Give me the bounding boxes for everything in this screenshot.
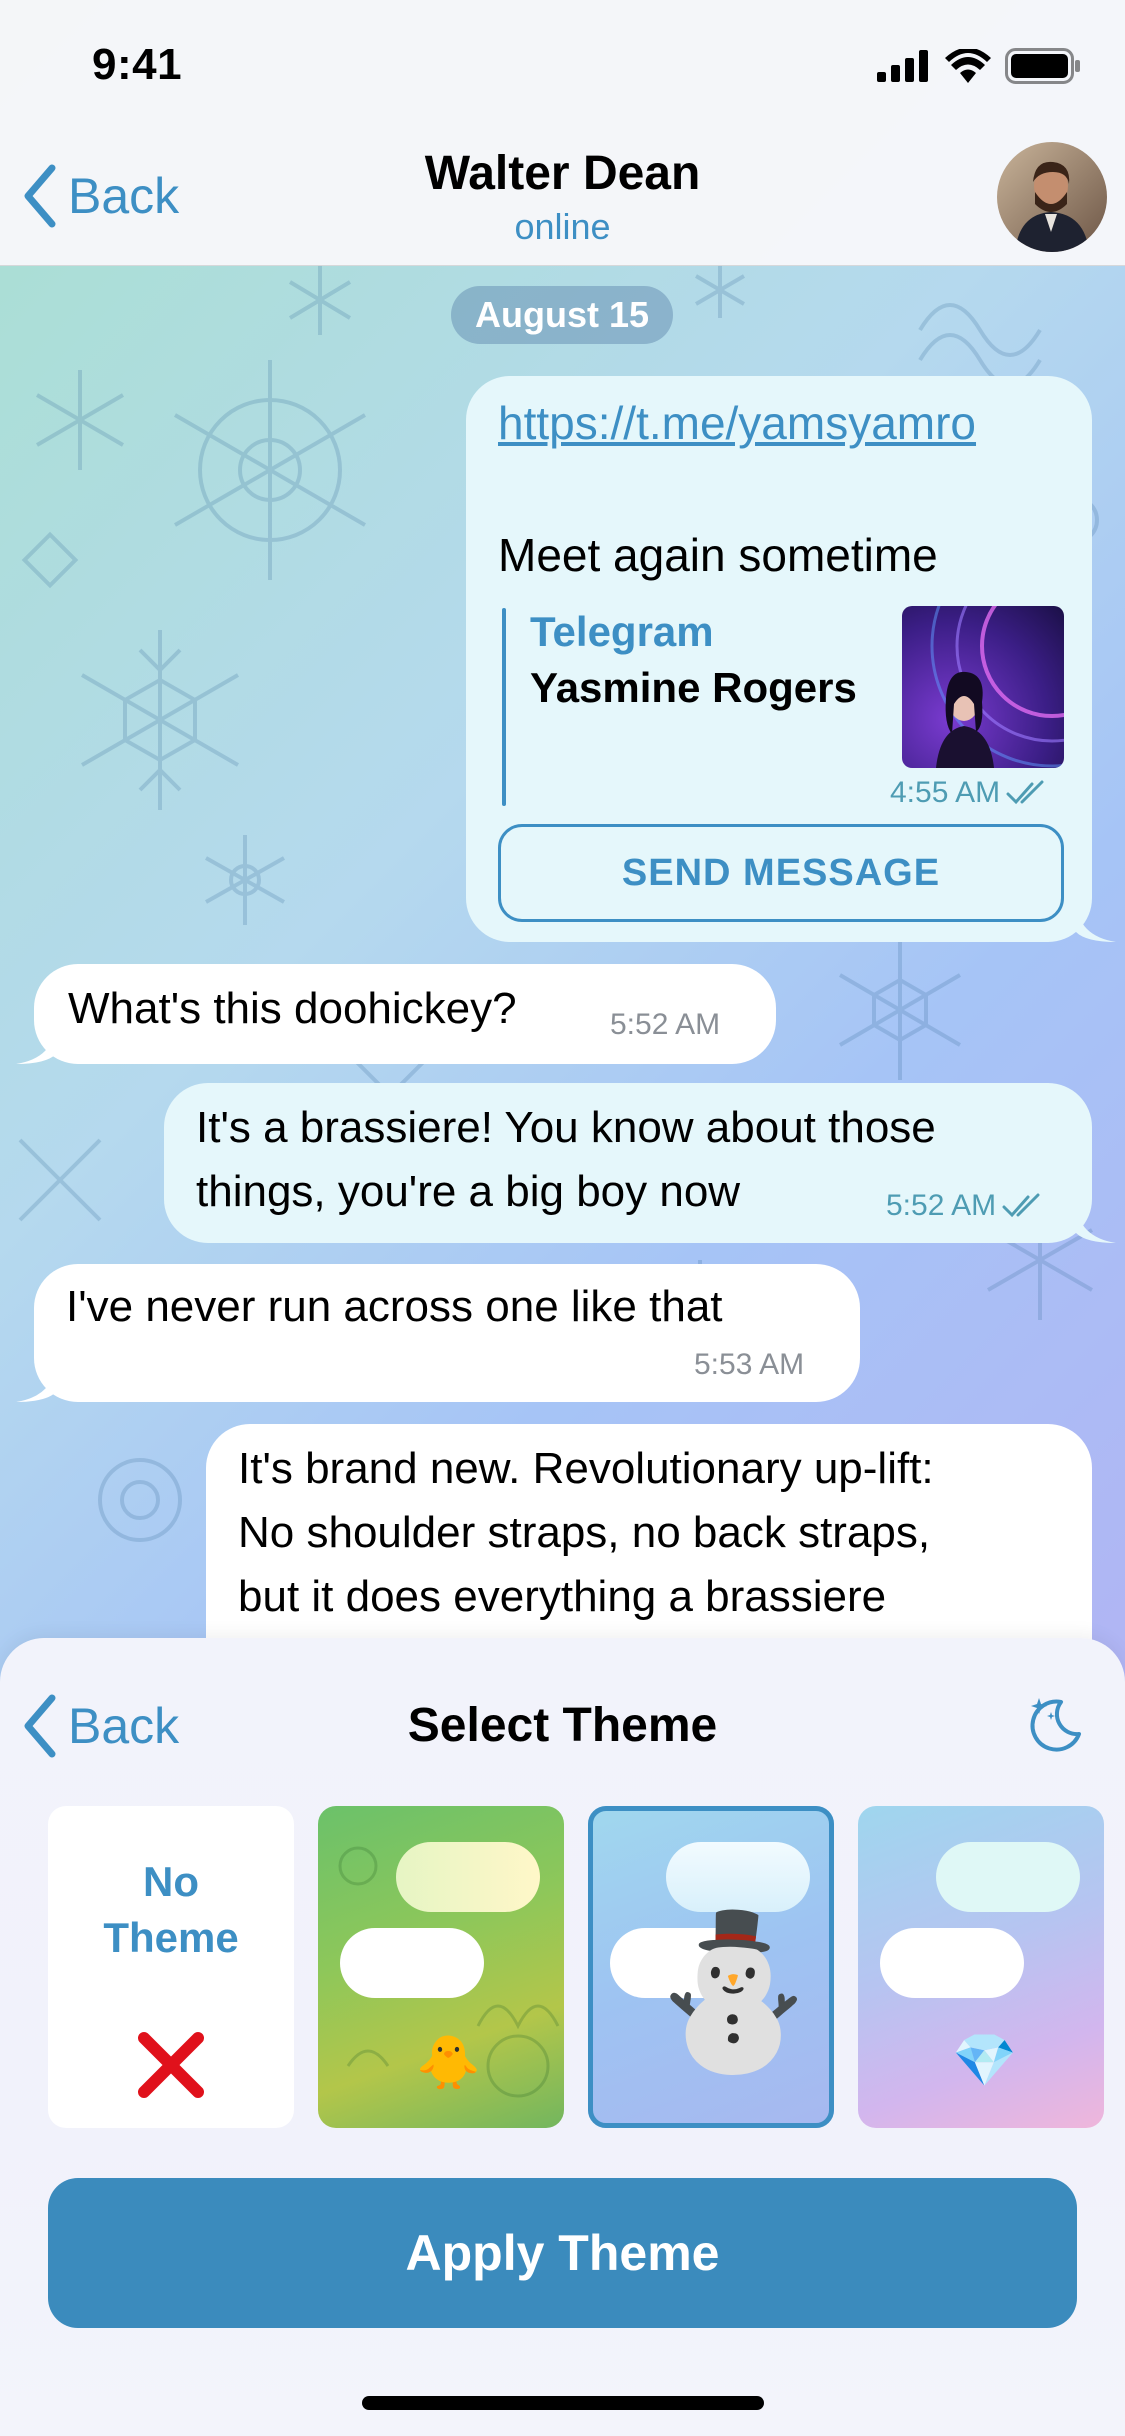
- send-message-button[interactable]: SEND MESSAGE: [498, 824, 1064, 922]
- link-preview-bar: [502, 608, 506, 806]
- message-time: 4:55 AM: [890, 776, 1050, 810]
- link-preview-site: Telegram: [530, 608, 714, 655]
- message-text-line-2: things, you're a big boy now: [196, 1167, 741, 1216]
- message-text-line-2: No shoulder straps, no back straps,: [238, 1508, 931, 1557]
- status-bar: 9:41: [0, 0, 1125, 130]
- preview-bubble-outgoing: [396, 1842, 540, 1912]
- link-preview-thumbnail[interactable]: [902, 606, 1064, 768]
- incoming-message[interactable]: I've never run across one like that 5:53…: [16, 1264, 860, 1402]
- message-text: I've never run across one like that: [66, 1282, 723, 1331]
- message-text-line-1: It's brand new. Revolutionary up-lift:: [238, 1444, 934, 1493]
- incoming-message[interactable]: What's this doohickey? 5:52 AM: [16, 964, 776, 1064]
- message-text: What's this doohickey?: [68, 984, 517, 1033]
- cellular-signal-icon: [877, 50, 928, 82]
- theme-option-none[interactable]: No Theme: [48, 1806, 294, 2128]
- bubble-tail: [1076, 1203, 1116, 1243]
- battery-icon: [1005, 48, 1080, 84]
- status-time: 9:41: [92, 40, 183, 89]
- preview-bubble-incoming: [880, 1928, 1024, 1998]
- message-text-line-3: but it does everything a brassiere: [238, 1572, 887, 1621]
- message-time: 5:53 AM: [694, 1348, 805, 1381]
- link-preview-title: Yasmine Rogers: [530, 664, 857, 711]
- avatar[interactable]: [997, 142, 1107, 252]
- theme-option-spring[interactable]: 🐥: [318, 1806, 564, 2128]
- wifi-icon: [945, 49, 991, 83]
- message-text: Meet again sometime: [498, 529, 938, 581]
- red-x-icon: [138, 2032, 204, 2098]
- bubble-tail: [16, 1362, 56, 1402]
- bubble-tail: [16, 1024, 56, 1064]
- status-icons: [877, 48, 1081, 84]
- home-indicator[interactable]: [362, 2396, 764, 2410]
- bubble-tail: [1076, 902, 1116, 942]
- contact-status: online: [514, 206, 611, 247]
- chat-header: Back Walter Dean online: [0, 130, 1125, 266]
- snowman-emoji-icon: ⛄: [640, 1907, 827, 2075]
- date-separator: August 15: [451, 286, 673, 344]
- message-time: 5:52 AM: [610, 1008, 721, 1041]
- gem-emoji-icon: 💎: [952, 2032, 1017, 2090]
- message-link[interactable]: https://t.me/yamsyamro: [498, 396, 976, 450]
- theme-option-crystal[interactable]: 💎: [858, 1806, 1104, 2128]
- theme-option-winter[interactable]: ⛄: [588, 1806, 834, 2128]
- sheet-title: Select Theme: [407, 1699, 718, 1752]
- preview-bubble-incoming: [340, 1928, 484, 1998]
- message-text-line-1: It's a brassiere! You know about those: [196, 1103, 936, 1152]
- apply-theme-button[interactable]: Apply Theme: [48, 2178, 1077, 2328]
- no-theme-label: No Theme: [103, 1858, 239, 1961]
- message-time: 5:52 AM: [886, 1189, 1046, 1223]
- preview-bubble-outgoing: [666, 1842, 810, 1912]
- preview-bubble-outgoing: [936, 1842, 1080, 1912]
- outgoing-message[interactable]: It's a brassiere! You know about those t…: [164, 1083, 1116, 1243]
- chick-emoji-icon: 🐥: [416, 2034, 481, 2092]
- contact-name[interactable]: Walter Dean: [0, 146, 1125, 201]
- double-check-icon: [1006, 780, 1044, 805]
- moon-stars-icon[interactable]: [1021, 1692, 1085, 1756]
- double-check-icon: [1002, 1193, 1040, 1218]
